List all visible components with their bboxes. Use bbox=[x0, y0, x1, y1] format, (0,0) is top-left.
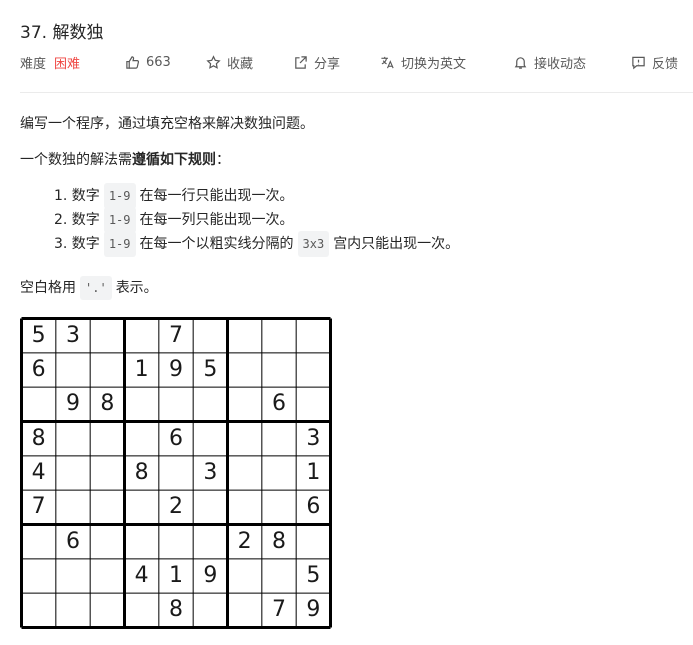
sudoku-cell-value: 6 bbox=[31, 356, 46, 382]
collect-button[interactable]: 收藏 bbox=[206, 50, 253, 74]
sudoku-cell-value: 8 bbox=[168, 597, 183, 623]
rule-prefix: 3. 数字 bbox=[54, 236, 100, 252]
share-button[interactable]: 分享 bbox=[293, 50, 340, 74]
rules-intro-bold: 遵循如下规则 bbox=[132, 152, 216, 168]
thumbs-up-icon bbox=[126, 55, 140, 69]
rule-suffix: 在每一行只能出现一次。 bbox=[139, 188, 294, 204]
sudoku-cell-value: 7 bbox=[31, 494, 46, 520]
sudoku-cell-value: 2 bbox=[168, 494, 183, 520]
sudoku-cell-value: 1 bbox=[134, 356, 149, 382]
rule-item: 2. 数字 1-9 在每一列只能出现一次。 bbox=[54, 207, 459, 233]
difficulty-label: 难度 bbox=[20, 56, 47, 72]
star-icon bbox=[206, 54, 221, 69]
notify-label: 接收动态 bbox=[534, 56, 587, 72]
sudoku-cell-value: 9 bbox=[168, 356, 183, 382]
sudoku-cell-value: 6 bbox=[168, 425, 183, 451]
sudoku-cell-value: 7 bbox=[271, 597, 286, 623]
collect-label: 收藏 bbox=[227, 56, 254, 72]
sudoku-cell-value: 8 bbox=[31, 425, 46, 451]
blank-cell-note: 空白格用 '.' 表示。 bbox=[20, 276, 158, 300]
sudoku-cell-value: 8 bbox=[134, 459, 149, 485]
rule-code-box: 3x3 bbox=[297, 231, 330, 257]
sudoku-cell-value: 6 bbox=[65, 528, 80, 554]
sudoku-cell-value: 8 bbox=[271, 528, 286, 554]
sudoku-cell-value: 6 bbox=[306, 494, 321, 520]
feedback-button[interactable]: 反馈 bbox=[631, 50, 678, 74]
problem-title: 37. 解数独 bbox=[20, 23, 104, 43]
rule-code: 1-9 bbox=[103, 231, 136, 257]
sudoku-cell-value: 4 bbox=[31, 459, 46, 485]
sudoku-cell-value: 4 bbox=[134, 562, 149, 588]
sudoku-cell-value: 5 bbox=[203, 356, 218, 382]
rule-prefix: 2. 数字 bbox=[54, 212, 100, 228]
sudoku-cell-value: 1 bbox=[306, 459, 321, 485]
share-label: 分享 bbox=[314, 56, 341, 72]
sudoku-cell-value: 9 bbox=[203, 562, 218, 588]
blank-note-prefix: 空白格用 bbox=[20, 280, 76, 296]
sudoku-cell-value: 6 bbox=[271, 391, 286, 417]
description-paragraph: 编写一个程序，通过填充空格来解决数独问题。 bbox=[20, 116, 314, 132]
blank-note-code: '.' bbox=[80, 276, 112, 300]
sudoku-cell-value: 3 bbox=[306, 425, 321, 451]
rule-suffix: 在每一列只能出现一次。 bbox=[139, 212, 294, 228]
sudoku-cell-value: 5 bbox=[31, 322, 46, 348]
feedback-icon bbox=[632, 56, 645, 69]
sudoku-cell-value: 3 bbox=[65, 322, 80, 348]
like-count: 663 bbox=[146, 54, 171, 70]
rule-prefix: 1. 数字 bbox=[54, 188, 100, 204]
feedback-label: 反馈 bbox=[652, 56, 679, 72]
sudoku-cell-value: 7 bbox=[168, 322, 183, 348]
divider bbox=[20, 92, 693, 93]
sudoku-cell-value: 8 bbox=[100, 391, 115, 417]
share-icon bbox=[295, 55, 307, 69]
notify-button[interactable]: 接收动态 bbox=[513, 50, 586, 74]
sudoku-cell-value: 1 bbox=[168, 562, 183, 588]
rules-intro-prefix: 一个数独的解法需 bbox=[20, 152, 132, 168]
rule-middle: 在每一个以粗实线分隔的 bbox=[139, 236, 294, 252]
rule-code: 1-9 bbox=[103, 183, 136, 209]
sudoku-cell-value: 3 bbox=[203, 459, 218, 485]
difficulty-value: 困难 bbox=[54, 56, 81, 72]
switch-language-label: 切换为英文 bbox=[401, 56, 467, 72]
switch-language-button[interactable]: 切换为英文 bbox=[380, 50, 466, 74]
blank-note-suffix: 表示。 bbox=[115, 280, 158, 296]
sudoku-cell-value: 2 bbox=[237, 528, 252, 554]
rule-suffix: 宫内只能出现一次。 bbox=[333, 236, 460, 252]
sudoku-board-image: 537619598686348317266284195879 bbox=[20, 317, 332, 629]
rules-intro: 一个数独的解法需遵循如下规则： bbox=[20, 149, 230, 171]
bell-icon bbox=[514, 56, 527, 69]
rule-item: 1. 数字 1-9 在每一行只能出现一次。 bbox=[54, 183, 459, 209]
difficulty: 难度 困难 bbox=[20, 50, 80, 74]
rules-list: 1. 数字 1-9 在每一行只能出现一次。 2. 数字 1-9 在每一列只能出现… bbox=[54, 183, 460, 257]
sudoku-cell-value: 9 bbox=[306, 597, 321, 623]
sudoku-cell-value: 9 bbox=[65, 391, 80, 417]
rules-intro-suffix: ： bbox=[216, 152, 230, 168]
translate-icon bbox=[381, 56, 394, 68]
rule-item: 3. 数字 1-9 在每一个以粗实线分隔的 3x3 宫内只能出现一次。 bbox=[54, 231, 460, 257]
sudoku-cell-value: 5 bbox=[306, 562, 321, 588]
rule-code: 1-9 bbox=[103, 207, 136, 233]
problem-meta-bar: 难度 困难 663 收藏 分享 切换为英文 接收动态 反馈 bbox=[20, 50, 690, 74]
like-button[interactable]: 663 bbox=[125, 50, 171, 74]
